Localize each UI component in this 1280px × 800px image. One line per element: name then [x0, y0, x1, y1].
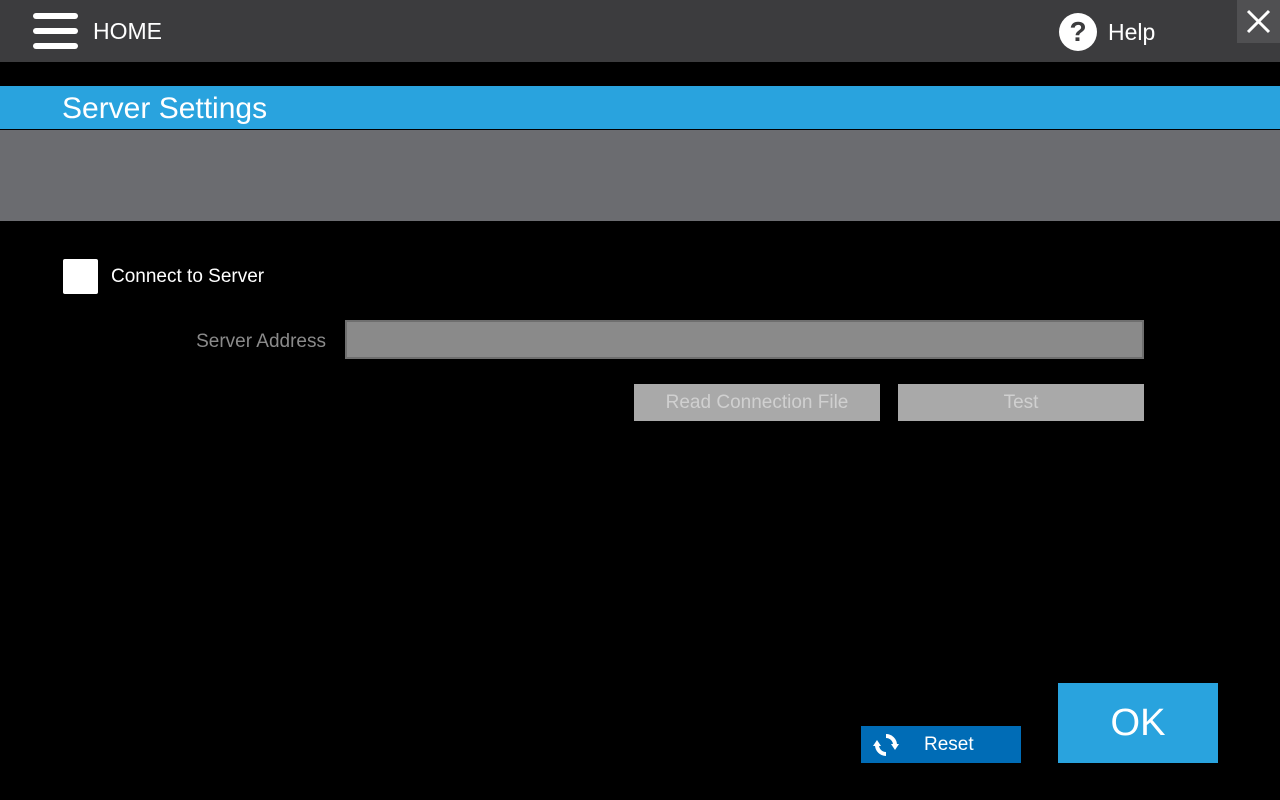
close-button[interactable] — [1237, 0, 1280, 43]
ok-button[interactable]: OK — [1058, 683, 1218, 763]
title-bar: Server Settings — [0, 86, 1280, 129]
help-label: Help — [1108, 19, 1156, 45]
top-bar: HOME ? Help — [0, 0, 1280, 62]
home-menu-button[interactable]: HOME — [0, 0, 180, 62]
server-address-input[interactable] — [345, 320, 1144, 359]
page-title: Server Settings — [62, 92, 268, 125]
reset-label: Reset — [924, 734, 974, 755]
connect-to-server-checkbox[interactable] — [63, 259, 98, 294]
info-band — [0, 130, 1280, 221]
server-settings-screen: HOME ? Help Server Settings Connect to S… — [0, 0, 1280, 800]
close-icon — [1246, 9, 1271, 34]
hamburger-menu-icon — [33, 13, 78, 49]
help-button[interactable]: ? Help — [1056, 10, 1176, 54]
server-address-label: Server Address — [196, 331, 326, 352]
reset-button[interactable]: Reset — [861, 726, 1021, 763]
test-button[interactable]: Test — [898, 384, 1144, 421]
home-label: HOME — [93, 18, 162, 44]
refresh-icon — [873, 734, 899, 756]
connect-to-server-label: Connect to Server — [111, 266, 265, 287]
read-connection-file-button[interactable]: Read Connection File — [634, 384, 880, 421]
question-circle-icon: ? — [1059, 13, 1097, 51]
